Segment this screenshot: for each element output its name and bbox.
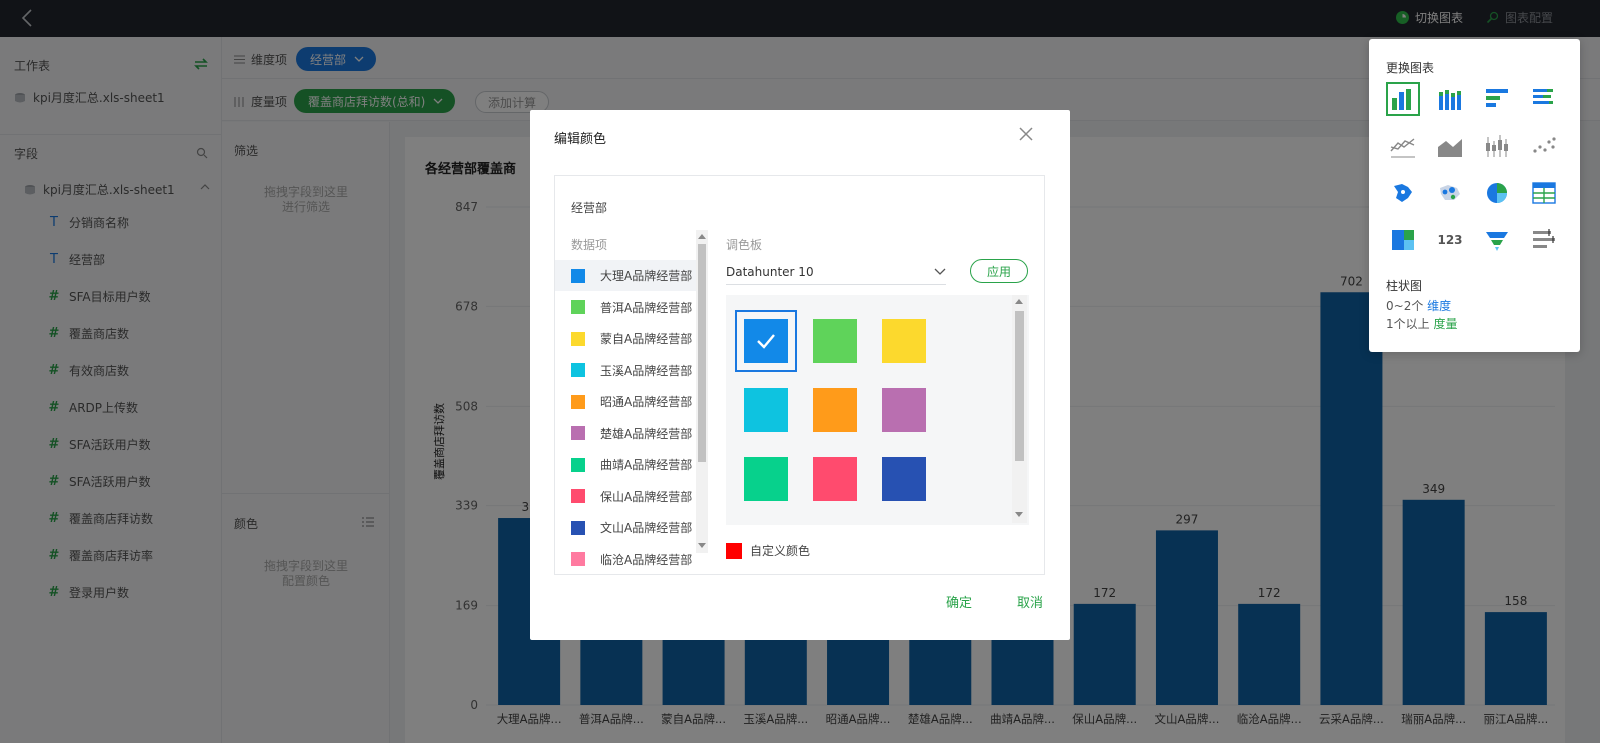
kpi-number-text: 123 (1437, 233, 1463, 247)
stacked-horizontal-bar-icon[interactable] (1527, 82, 1561, 116)
dimension-rule: 0~2个 维度 (1386, 297, 1451, 314)
chart-type-popover: 更换图表 123 柱状图 0~2个 维度 1个以上 度量 (1369, 39, 1580, 352)
color-swatch (571, 426, 585, 440)
custom-color-option[interactable]: 自定义颜色 (726, 542, 810, 559)
data-item-label: 楚雄A品牌经营部 (600, 426, 693, 441)
scatter-icon[interactable] (1527, 129, 1561, 163)
color-swatch (571, 457, 585, 472)
funnel-icon[interactable] (1480, 223, 1514, 257)
palette-select[interactable]: Datahunter 10 (726, 259, 946, 285)
dialog-body: 经营部 数据项 调色板 大理A品牌经营部 普洱A品牌经营部 蒙自A品牌经营部 玉溪A品… (554, 175, 1045, 575)
edit-color-dialog: 编辑颜色 经营部 数据项 调色板 大理A品牌经营部 普洱A品牌经营部 蒙自A品牌经营… (530, 110, 1070, 640)
data-item-row[interactable]: 保山A品牌经营部 (555, 481, 696, 512)
horizontal-bar-icon[interactable] (1480, 82, 1514, 116)
color-swatch (571, 300, 585, 314)
item-list-scrollbar[interactable] (696, 230, 708, 553)
color-swatch (571, 520, 585, 535)
scroll-up-icon[interactable] (1015, 299, 1023, 304)
bullet-icon[interactable] (1527, 223, 1561, 257)
palette-swatch[interactable] (813, 457, 857, 501)
scrollbar-thumb[interactable] (698, 244, 706, 462)
data-item-row[interactable]: 普洱A品牌经营部 (555, 292, 696, 323)
check-icon (757, 334, 775, 349)
color-field-name: 经营部 (571, 201, 608, 215)
palette-select-value: Datahunter 10 (726, 264, 814, 279)
data-item-label: 大理A品牌经营部 (600, 269, 693, 283)
data-item-label: 文山A品牌经营部 (600, 521, 693, 535)
data-item-label: 曲靖A品牌经营部 (600, 458, 693, 472)
data-item-label: 普洱A品牌经营部 (600, 300, 693, 315)
data-item-label: 保山A品牌经营部 (600, 489, 693, 504)
data-item-label: 昭通A品牌经营部 (600, 395, 693, 409)
color-swatch (571, 394, 585, 409)
scroll-up-icon[interactable] (698, 234, 706, 239)
scroll-down-icon[interactable] (698, 543, 706, 548)
data-item-row[interactable]: 文山A品牌经营部 (555, 512, 696, 543)
data-item-list[interactable]: 大理A品牌经营部 普洱A品牌经营部 蒙自A品牌经营部 玉溪A品牌经营部 昭通A品牌经营部… (555, 260, 696, 576)
palette-swatch[interactable] (813, 388, 857, 432)
close-icon[interactable] (1018, 126, 1034, 142)
measure-rule-accent: 度量 (1433, 317, 1458, 331)
popover-title: 更换图表 (1386, 61, 1435, 75)
treemap-icon[interactable] (1386, 223, 1420, 257)
measure-rule-text: 1个以上 (1386, 317, 1434, 331)
color-swatch (571, 552, 585, 566)
palette-swatch[interactable] (744, 457, 788, 501)
chevron-down-icon (934, 268, 946, 275)
custom-color-label: 自定义颜色 (750, 544, 811, 558)
dimension-rule-text: 0~2个 (1386, 299, 1428, 313)
data-item-label: 临沧A品牌经营部 (600, 552, 693, 567)
color-swatch (571, 331, 585, 346)
area-chart-icon[interactable] (1433, 129, 1467, 163)
table-icon[interactable] (1527, 176, 1561, 210)
dimension-rule-accent: 维度 (1427, 299, 1452, 313)
data-item-row[interactable]: 大理A品牌经营部 (555, 260, 696, 291)
bubble-map-icon[interactable] (1433, 176, 1467, 210)
palette-swatches (726, 295, 1029, 525)
dialog-title: 编辑颜色 (554, 132, 607, 147)
custom-color-swatch (726, 542, 742, 559)
palette-swatch[interactable] (813, 319, 857, 363)
data-item-row[interactable]: 蒙自A品牌经营部 (555, 323, 696, 354)
palette-swatch[interactable] (882, 457, 926, 501)
data-item-row[interactable]: 楚雄A品牌经营部 (555, 418, 696, 449)
scroll-down-icon[interactable] (1015, 512, 1023, 517)
palette-swatch[interactable] (882, 319, 926, 363)
palette-swatch[interactable] (744, 388, 788, 432)
palette-scrollbar[interactable] (1012, 295, 1027, 523)
map-icon[interactable] (1386, 176, 1420, 210)
line-chart-icon[interactable] (1386, 129, 1420, 163)
kpi-number-icon[interactable]: 123 (1433, 223, 1467, 257)
data-item-row[interactable]: 昭通A品牌经营部 (555, 386, 696, 417)
measure-rule: 1个以上 度量 (1386, 315, 1457, 332)
palette-swatch[interactable] (882, 388, 926, 432)
data-item-row[interactable]: 玉溪A品牌经营部 (555, 355, 696, 386)
cancel-button[interactable]: 取消 (1017, 592, 1043, 611)
data-item-row[interactable]: 临沧A品牌经营部 (555, 544, 696, 575)
color-swatch (571, 363, 585, 377)
color-swatch (571, 489, 585, 503)
palette-heading: 调色板 (726, 238, 763, 252)
palette-swatch[interactable] (735, 310, 797, 372)
scrollbar-thumb[interactable] (1015, 311, 1024, 461)
candlestick-icon[interactable] (1480, 129, 1514, 163)
data-item-row[interactable]: 曲靖A品牌经营部 (555, 449, 696, 480)
ok-button[interactable]: 确定 (946, 592, 972, 611)
data-item-label: 蒙自A品牌经营部 (600, 332, 693, 346)
stacked-bar-icon[interactable] (1433, 82, 1467, 116)
data-item-label: 玉溪A品牌经营部 (600, 363, 693, 378)
data-items-heading: 数据项 (571, 238, 608, 252)
color-swatch (571, 268, 585, 283)
pie-chart-icon[interactable] (1480, 176, 1514, 210)
apply-button[interactable]: 应用 (970, 259, 1028, 283)
chart-type-name: 柱状图 (1386, 279, 1423, 293)
bar-chart-icon[interactable] (1386, 82, 1420, 116)
